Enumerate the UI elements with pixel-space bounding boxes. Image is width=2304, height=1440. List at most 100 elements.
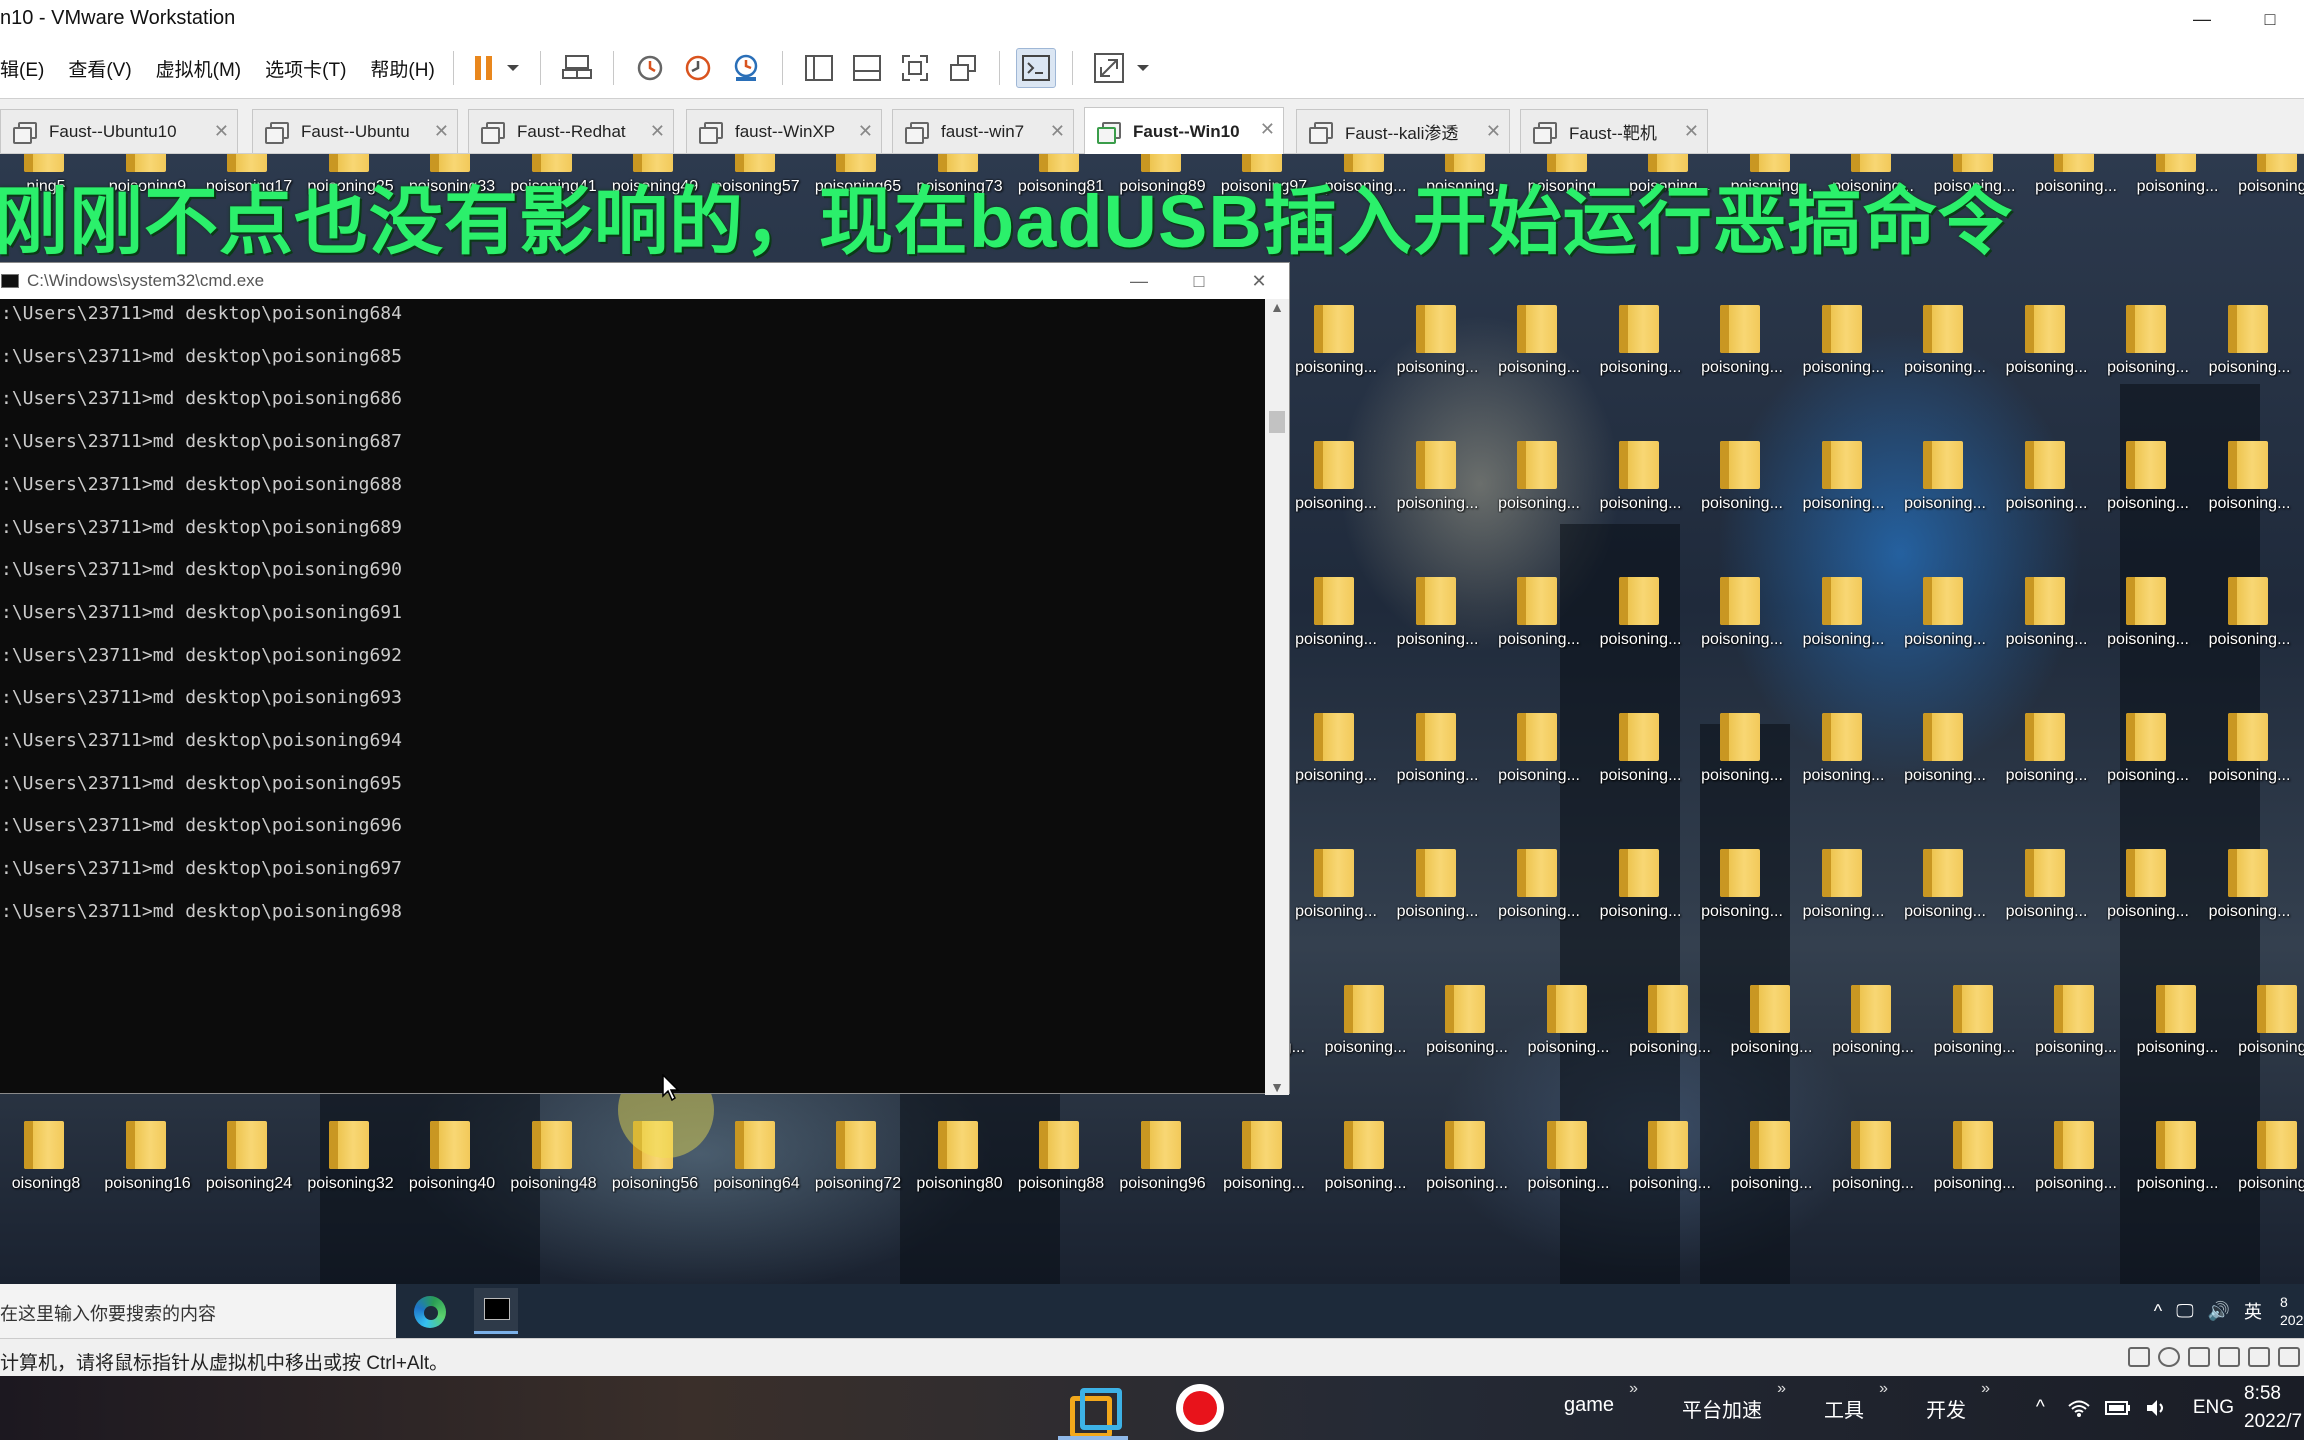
desktop-folder[interactable]: poisoning... (2001, 709, 2093, 809)
desktop-folder[interactable]: poisoning... (1696, 845, 1788, 945)
host-clock[interactable]: 8:58 2022/7 (2244, 1380, 2304, 1436)
vmware-taskbar-button[interactable] (1052, 1380, 1192, 1440)
desktop-folder[interactable]: poisoning... (2233, 981, 2304, 1081)
desktop-folder[interactable]: poisoning16 (102, 1117, 194, 1217)
desktop-folder[interactable]: poisoning... (1421, 1117, 1513, 1217)
guest-search-box[interactable]: 在这里输入你要搜索的内容 (0, 1284, 396, 1338)
desktop-folder[interactable]: poisoning... (2132, 981, 2224, 1081)
desktop-folder[interactable]: poisoning... (1595, 573, 1687, 673)
tab-faust-winxp[interactable]: faust--WinXP ✕ (686, 109, 882, 153)
desktop-folder[interactable]: poisoning... (1290, 301, 1382, 401)
desktop-folder[interactable]: poisoning... (1696, 709, 1788, 809)
desktop-folder[interactable]: poisoning96 (1117, 1117, 1209, 1217)
send-ctrl-alt-del-icon[interactable] (557, 48, 597, 88)
edge-icon[interactable] (414, 1296, 446, 1328)
tray-expand-icon[interactable]: ^ (2154, 1301, 2162, 1322)
desktop-folder[interactable]: poisoning... (2204, 573, 2296, 673)
close-icon[interactable]: ✕ (650, 121, 665, 142)
desktop-folder[interactable]: poisoning... (2233, 1117, 2304, 1217)
desktop-folder[interactable]: poisoning... (2102, 573, 2194, 673)
close-icon[interactable]: ✕ (1050, 121, 1065, 142)
snapshot-manager-icon[interactable] (726, 48, 766, 88)
tab-faust-ubuntu[interactable]: Faust--Ubuntu ✕ (252, 109, 458, 153)
scroll-up-icon[interactable]: ▲ (1265, 299, 1289, 315)
guest-desktop[interactable]: 刚刚不点也没有影响的，现在badUSB插入开始运行恶搞命令 ning5 poiso… (0, 154, 2304, 1284)
menu-vm[interactable]: 虚拟机(M) (156, 55, 241, 82)
hard-disk-icon[interactable] (2128, 1347, 2150, 1367)
desktop-folder[interactable]: poisoning... (1899, 573, 1991, 673)
desktop-folder[interactable]: poisoning... (1218, 1117, 1310, 1217)
pause-icon[interactable] (470, 48, 498, 88)
close-icon[interactable]: ✕ (858, 121, 873, 142)
toolbar-tools[interactable]: 工具 » (1824, 1380, 1888, 1423)
display-icon[interactable] (2278, 1347, 2300, 1367)
desktop-folder[interactable]: poisoning24 (203, 1117, 295, 1217)
language-indicator[interactable]: ENG (2193, 1397, 2234, 1419)
desktop-folder[interactable]: poisoning... (1523, 1117, 1615, 1217)
desktop-folder[interactable]: poisoning... (2204, 301, 2296, 401)
full-screen-icon[interactable] (895, 48, 935, 88)
desktop-folder[interactable]: poisoning32 (305, 1117, 397, 1217)
desktop-folder[interactable]: oisoning8 (0, 1117, 92, 1217)
desktop-folder[interactable]: poisoning... (2102, 845, 2194, 945)
desktop-folder[interactable]: poisoning... (1493, 437, 1585, 537)
desktop-folder[interactable]: poisoning... (2132, 1117, 2224, 1217)
close-icon[interactable]: ✕ (434, 121, 449, 142)
tab-faust-win7[interactable]: faust--win7 ✕ (892, 109, 1074, 153)
desktop-folder[interactable]: poisoning... (1523, 981, 1615, 1081)
cmd-taskbar-icon[interactable] (474, 1288, 518, 1334)
desktop-folder[interactable]: poisoning... (1827, 981, 1919, 1081)
desktop-folder[interactable]: poisoning... (1798, 845, 1890, 945)
desktop-folder[interactable]: poisoning... (1320, 981, 1412, 1081)
menu-tabs[interactable]: 选项卡(T) (265, 55, 346, 82)
console-view-icon[interactable] (1015, 48, 1056, 88)
volume-icon[interactable] (2145, 1398, 2169, 1418)
desktop-folder[interactable]: poisoning... (1290, 845, 1382, 945)
desktop-folder[interactable]: poisoning... (2001, 845, 2093, 945)
menu-view[interactable]: 查看(V) (68, 55, 131, 82)
minimize-button[interactable]: — (2168, 0, 2236, 38)
desktop-folder[interactable]: poisoning... (2030, 154, 2122, 220)
battery-icon[interactable] (2104, 1400, 2131, 1416)
desktop-folder[interactable]: poisoning... (2132, 154, 2224, 220)
desktop-folder[interactable]: poisoning... (1493, 709, 1585, 809)
cmd-output[interactable]: :\Users\23711>md desktop\poisoning684:\U… (0, 299, 1265, 1095)
desktop-folder[interactable]: poisoning... (1290, 709, 1382, 809)
cmd-scrollbar[interactable]: ▲ ▼ (1265, 299, 1289, 1095)
cd-drive-icon[interactable] (2158, 1347, 2180, 1367)
desktop-folder[interactable]: poisoning... (1392, 301, 1484, 401)
desktop-folder[interactable]: poisoning... (1929, 981, 2021, 1081)
desktop-folder[interactable]: poisoning... (1899, 709, 1991, 809)
close-icon[interactable]: ✕ (1684, 121, 1699, 142)
desktop-folder[interactable]: poisoning... (1798, 437, 1890, 537)
desktop-folder[interactable]: poisoning... (2102, 437, 2194, 537)
desktop-folder[interactable]: poisoning... (1595, 709, 1687, 809)
tray-expand-icon[interactable]: ^ (2036, 1397, 2045, 1419)
unity-icon[interactable] (943, 48, 983, 88)
sound-card-icon[interactable] (2248, 1347, 2270, 1367)
close-icon[interactable]: ✕ (1260, 119, 1275, 140)
desktop-folder[interactable]: poisoning... (1726, 981, 1818, 1081)
usb-icon[interactable] (2218, 1347, 2240, 1367)
toolbar-platform-accel[interactable]: 平台加速 » (1682, 1380, 1786, 1423)
maximize-button[interactable]: □ (2236, 0, 2304, 38)
tab-faust-ubuntu10[interactable]: Faust--Ubuntu10 ✕ (0, 109, 238, 153)
desktop-folder[interactable]: poisoning... (2001, 573, 2093, 673)
desktop-folder[interactable]: poisoning... (2102, 709, 2194, 809)
toolbar-dev[interactable]: 开发 » (1926, 1380, 1990, 1423)
stretch-guest-icon[interactable] (1089, 48, 1129, 88)
desktop-folder[interactable]: poisoning... (1798, 573, 1890, 673)
desktop-folder[interactable]: poisoning... (1929, 1117, 2021, 1217)
tab-faust-win10[interactable]: Faust--Win10 ✕ (1084, 107, 1284, 155)
desktop-folder[interactable]: poisoning... (1392, 845, 1484, 945)
desktop-folder[interactable]: poisoning... (2001, 301, 2093, 401)
thumbnail-bar-icon[interactable] (847, 48, 887, 88)
menu-help[interactable]: 帮助(H) (370, 55, 434, 82)
tab-faust-target[interactable]: Faust--靶机 ✕ (1520, 109, 1708, 153)
desktop-folder[interactable]: poisoning64 (711, 1117, 803, 1217)
desktop-folder[interactable]: poisoning... (1392, 437, 1484, 537)
wifi-icon[interactable] (2067, 1398, 2091, 1418)
desktop-folder[interactable]: poisoning... (1624, 981, 1716, 1081)
input-method-indicator[interactable]: 英 (2244, 1298, 2262, 1324)
desktop-folder[interactable]: poisoning... (1798, 301, 1890, 401)
